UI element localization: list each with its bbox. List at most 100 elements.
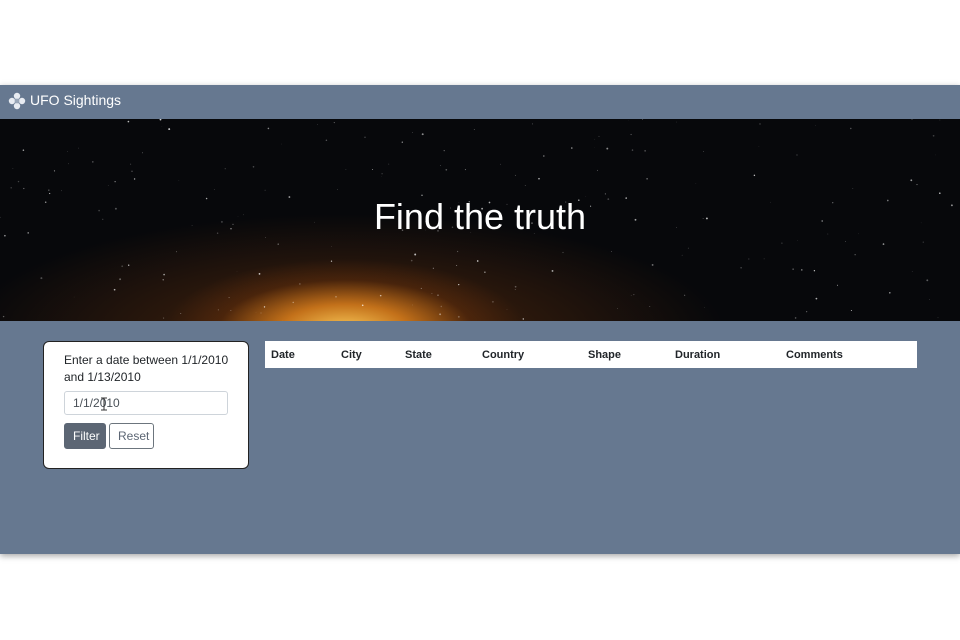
star [854,254,856,256]
sightings-table: Date City State Country Shape Duration C… [265,341,917,368]
star [17,180,20,183]
column-header-duration[interactable]: Duration [669,341,780,368]
star [317,124,318,125]
star [606,147,609,150]
column-header-comments[interactable]: Comments [780,341,917,368]
star [604,193,606,195]
star [421,133,424,136]
star [372,168,374,170]
star [538,177,540,180]
column-header-date[interactable]: Date [265,341,335,368]
column-header-shape[interactable]: Shape [582,341,669,368]
star [299,283,301,285]
star [48,189,50,191]
star [445,168,448,171]
star [437,294,439,296]
star [882,243,885,245]
star [414,253,417,256]
star [411,304,413,306]
star [163,273,165,276]
star [929,299,930,300]
star [642,119,643,120]
navbar: UFO Sightings [0,85,960,120]
star [681,254,683,256]
star [491,300,494,303]
star [224,168,226,170]
star [228,297,230,299]
star [562,251,564,254]
star [439,313,442,316]
star [932,134,935,137]
star [345,169,347,170]
star [277,243,279,245]
star [524,185,526,187]
star [258,273,261,275]
star [281,143,282,145]
star [758,146,760,147]
star [364,136,366,138]
star [73,296,75,298]
star [142,152,143,154]
reset-button[interactable]: Reset [109,423,154,449]
column-header-state[interactable]: State [399,341,476,368]
filter-button[interactable]: Filter [64,423,106,449]
star [794,317,797,319]
star [939,192,941,194]
star [432,267,434,269]
star [260,312,262,314]
star [292,301,294,304]
star [911,119,913,120]
star [514,174,516,176]
star [161,126,163,127]
star [922,241,924,243]
date-input[interactable] [64,391,228,415]
star [792,268,794,270]
star [456,265,458,266]
text-cursor-icon [101,397,107,411]
star [937,317,939,319]
star [162,279,164,281]
ufo-icon[interactable] [7,91,27,111]
star [53,170,56,172]
star [49,192,51,195]
star [67,151,68,152]
star [845,241,847,243]
star [252,166,255,168]
star [127,120,130,123]
star [806,311,808,313]
star [476,260,479,262]
star [230,310,232,311]
star [23,187,25,190]
star [596,169,599,171]
star [180,313,182,314]
star [410,259,413,262]
filter-card: Enter a date between 1/1/2010 and 1/13/2… [43,341,249,469]
star [458,283,460,286]
star [542,155,545,157]
star [852,188,854,189]
star [740,267,742,269]
table-header-row: Date City State Country Shape Duration C… [265,341,917,368]
star [337,189,338,190]
star [813,270,816,272]
star [91,161,94,163]
star [630,295,632,296]
star [935,154,936,156]
star [850,127,852,130]
star [67,163,69,165]
star [431,292,433,295]
star [335,296,337,298]
brand-title[interactable]: UFO Sightings [30,92,121,108]
star [684,294,686,296]
star [514,289,516,290]
column-header-city[interactable]: City [335,341,399,368]
star [631,149,634,151]
star [213,189,215,191]
star [121,265,124,268]
column-header-country[interactable]: Country [476,341,582,368]
star [325,139,328,141]
star [40,277,43,280]
star [379,294,382,297]
star [594,138,596,140]
hero-title: Find the truth [373,196,587,237]
